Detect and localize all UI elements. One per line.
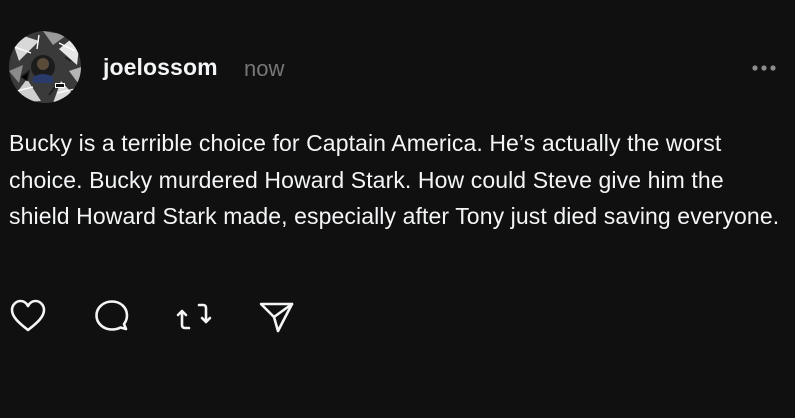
post-card: joelossom now Bucky is a terrible choice… bbox=[0, 0, 795, 418]
avatar-image bbox=[9, 31, 81, 103]
repost-button[interactable] bbox=[174, 297, 214, 337]
post-text: Bucky is a terrible choice for Captain A… bbox=[9, 130, 780, 229]
like-button[interactable] bbox=[9, 297, 49, 337]
more-options-button[interactable] bbox=[746, 58, 782, 78]
reply-button[interactable] bbox=[92, 297, 132, 337]
post-timestamp: now bbox=[244, 56, 285, 81]
repost-icon bbox=[176, 303, 212, 330]
heart-icon bbox=[10, 299, 46, 332]
send-icon bbox=[259, 302, 294, 333]
avatar[interactable] bbox=[9, 31, 81, 103]
share-button[interactable] bbox=[257, 297, 297, 337]
author-username[interactable]: joelossom bbox=[103, 54, 218, 81]
more-dots-icon bbox=[752, 65, 776, 71]
comment-bubble-icon bbox=[95, 300, 129, 331]
